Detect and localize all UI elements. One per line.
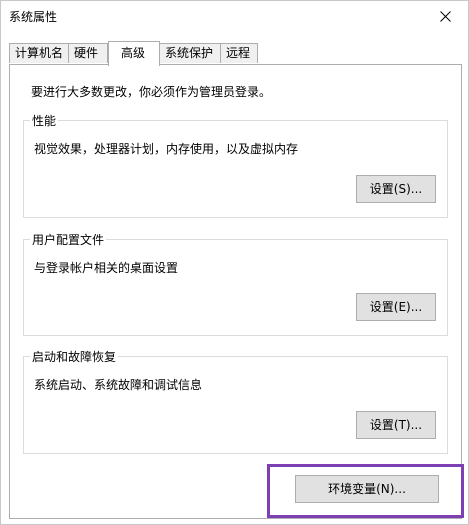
title-bar: 系统属性 bbox=[1, 1, 468, 31]
close-icon bbox=[439, 10, 451, 22]
admin-notice: 要进行大多数更改，你必须作为管理员登录。 bbox=[31, 85, 272, 99]
performance-group-label: 性能 bbox=[30, 112, 59, 129]
user-profiles-group-label: 用户配置文件 bbox=[30, 231, 107, 248]
user-profiles-group: 用户配置文件 与登录帐户相关的桌面设置 设置(E)... bbox=[23, 231, 448, 336]
advanced-tab-panel: 要进行大多数更改，你必须作为管理员登录。 性能 视觉效果，处理器计划，内存使用，… bbox=[9, 64, 462, 519]
performance-group: 性能 视觉效果，处理器计划，内存使用，以及虚拟内存 设置(S)... bbox=[23, 112, 448, 218]
window-title: 系统属性 bbox=[9, 10, 58, 24]
startup-recovery-group: 启动和故障恢复 系统启动、系统故障和调试信息 设置(T)... bbox=[23, 348, 448, 454]
system-properties-window: 系统属性 计算机名 硬件 高级 系统保护 远程 要进行大多数更改，你必须作为管理… bbox=[0, 0, 469, 525]
user-profiles-description: 与登录帐户相关的桌面设置 bbox=[34, 261, 179, 275]
tab-remote[interactable]: 远程 bbox=[220, 43, 258, 63]
startup-recovery-group-label: 启动和故障恢复 bbox=[30, 348, 119, 365]
tab-computer-name[interactable]: 计算机名 bbox=[9, 43, 69, 63]
close-button[interactable] bbox=[422, 1, 468, 31]
tab-system-protection[interactable]: 系统保护 bbox=[159, 43, 221, 63]
performance-settings-button[interactable]: 设置(S)... bbox=[356, 175, 436, 203]
user-profiles-settings-button[interactable]: 设置(E)... bbox=[356, 293, 436, 321]
environment-variables-button[interactable]: 环境变量(N)... bbox=[295, 475, 439, 503]
tab-hardware[interactable]: 硬件 bbox=[68, 43, 108, 63]
startup-recovery-settings-button[interactable]: 设置(T)... bbox=[356, 411, 436, 439]
performance-description: 视觉效果，处理器计划，内存使用，以及虚拟内存 bbox=[34, 142, 299, 156]
startup-recovery-description: 系统启动、系统故障和调试信息 bbox=[34, 378, 203, 392]
tab-advanced[interactable]: 高级 bbox=[108, 41, 160, 66]
